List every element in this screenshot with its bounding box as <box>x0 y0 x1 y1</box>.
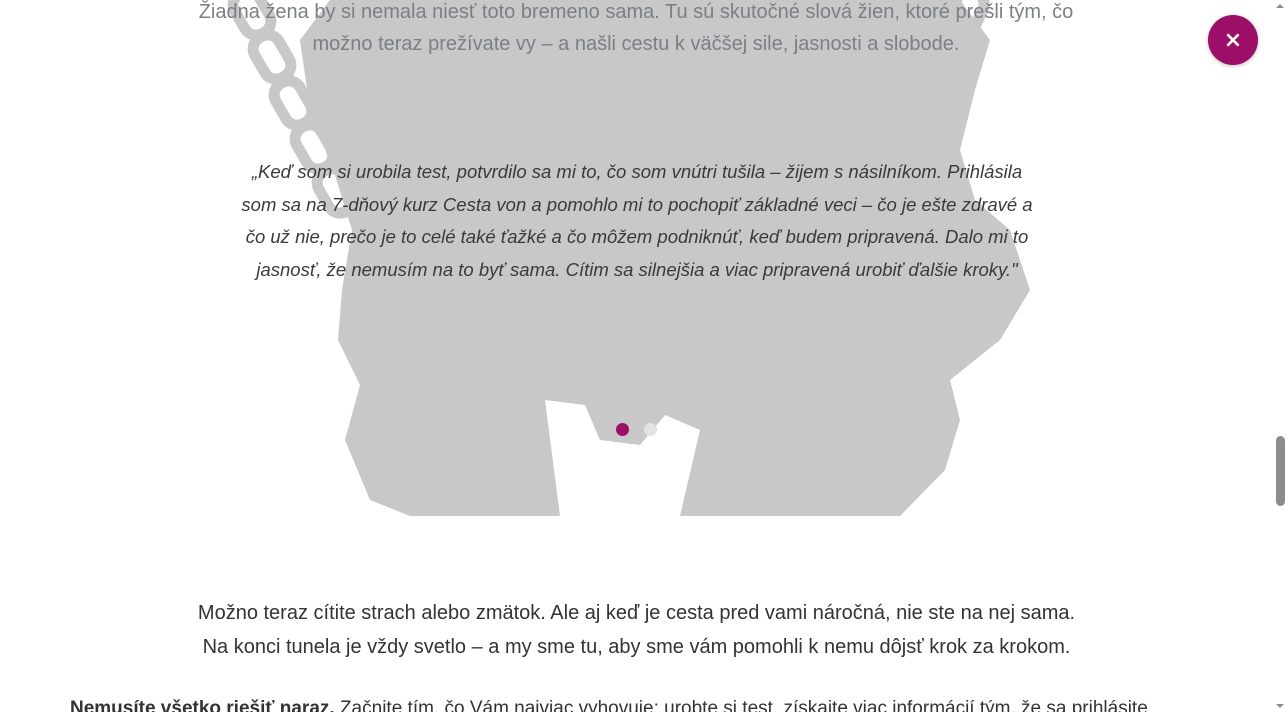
cta-bold-lead: Nemusíte všetko riešiť naraz. <box>70 698 335 712</box>
testimonials-section: Žiadna žena by si nemala niesť toto brem… <box>0 0 1273 516</box>
encouragement-line-1: Možno teraz cítite strach alebo zmätok. … <box>197 602 1076 624</box>
page-scrollbar[interactable] <box>1273 0 1288 712</box>
scroll-down-arrow-icon[interactable] <box>1276 704 1284 708</box>
scroll-up-arrow-icon[interactable] <box>1276 4 1284 8</box>
carousel-dot-2[interactable] <box>644 423 657 436</box>
carousel-dot-1[interactable] <box>616 423 629 436</box>
scrollbar-thumb[interactable] <box>1276 436 1285 506</box>
page: Žiadna žena by si nemala niesť toto brem… <box>0 0 1288 712</box>
close-icon: × <box>1223 27 1243 53</box>
testimonial-quote: „Keď som si urobila test, potvrdilo sa m… <box>241 161 1033 280</box>
carousel-pagination <box>616 423 657 436</box>
close-button[interactable]: × <box>1208 15 1258 65</box>
cta-text: Začnite tím, čo Vám najviac vyhovuje: ur… <box>334 698 1148 712</box>
testimonials-intro: Žiadna žena by si nemala niesť toto brem… <box>198 1 1074 55</box>
encouragement-line-2: Na konci tunela je vždy svetlo – a my sm… <box>202 636 1071 658</box>
cta-paragraph: Nemusíte všetko riešiť naraz. Začnite tí… <box>70 697 1250 712</box>
encouragement-text: Možno teraz cítite strach alebo zmätok. … <box>120 596 1153 664</box>
